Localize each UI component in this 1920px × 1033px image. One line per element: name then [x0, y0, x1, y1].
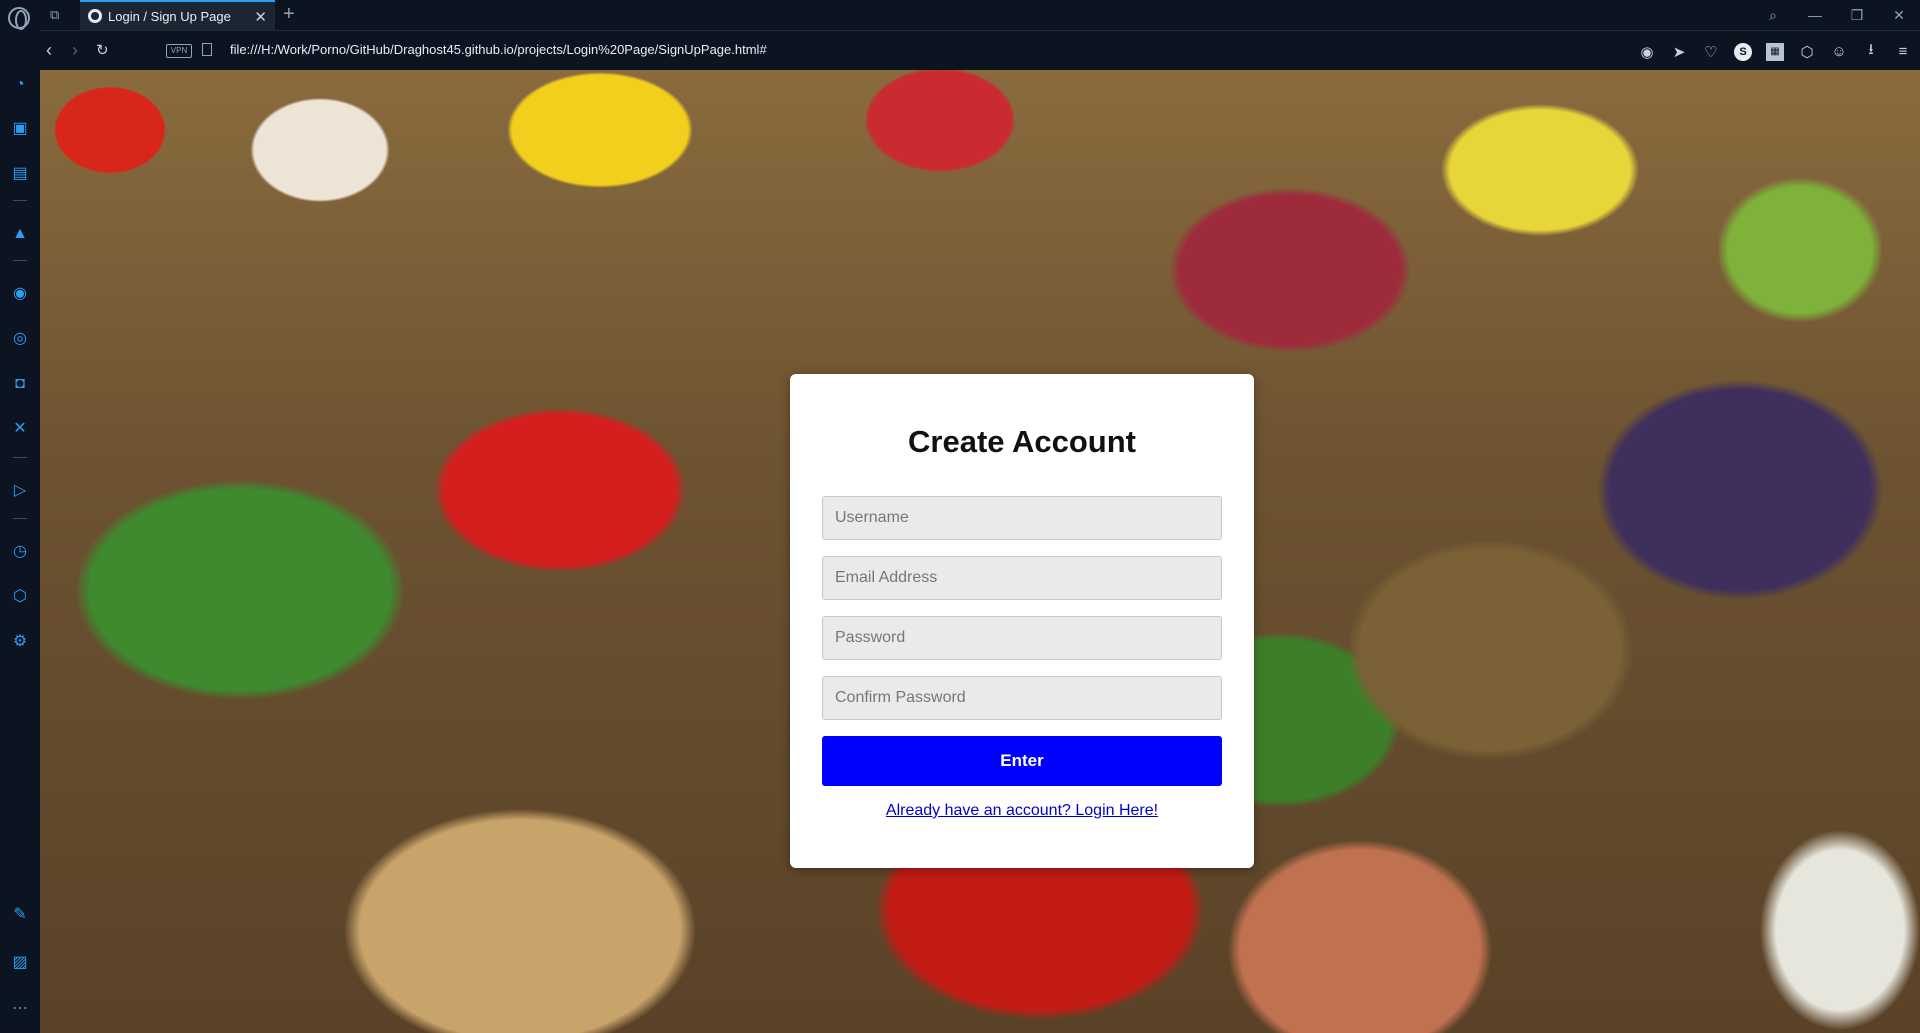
- heart-icon[interactable]: ♡: [1702, 43, 1720, 61]
- history-icon[interactable]: ◷: [9, 541, 31, 563]
- player-icon[interactable]: ▷: [9, 480, 31, 502]
- forward-button[interactable]: ›: [72, 40, 78, 61]
- camera-icon[interactable]: ◉: [1638, 43, 1656, 61]
- page-info-icon[interactable]: [202, 43, 212, 56]
- tab-islands-icon[interactable]: ▤: [9, 163, 31, 185]
- search-tabs-icon[interactable]: ⌕: [1752, 7, 1794, 24]
- login-link[interactable]: Already have an account? Login Here!: [790, 802, 1254, 820]
- settings-icon[interactable]: ⚙: [9, 631, 31, 653]
- new-tab-button[interactable]: +: [283, 3, 295, 26]
- instagram-icon[interactable]: ◘: [9, 373, 31, 395]
- sidebar-divider: [13, 260, 27, 261]
- active-tab[interactable]: Login / Sign Up Page ✕: [80, 0, 275, 30]
- more-icon[interactable]: ⋯: [9, 998, 31, 1020]
- window-controls: ⌕ — ❐ ✕: [1752, 0, 1920, 30]
- aria-icon[interactable]: ▲: [9, 223, 31, 245]
- email-input[interactable]: [822, 556, 1222, 600]
- tab-title: Login / Sign Up Page: [108, 8, 231, 24]
- page-title: Create Account: [908, 424, 1136, 459]
- download-icon[interactable]: ⭳: [1862, 39, 1880, 64]
- extension-s-icon[interactable]: S: [1734, 42, 1752, 61]
- toolbar-right: ◉ ➤ ♡ S ▦ ⬡ ☺ ⭳ ≡: [1638, 39, 1912, 64]
- sidebar: ◔ ▣ ▤ ▲ ◉ ◎ ◘ ✕ ▷ ◷ ⬡ ⚙ ✎ ▨ ⋯: [0, 30, 40, 1033]
- messenger-icon[interactable]: ◉: [9, 283, 31, 305]
- opera-logo-icon[interactable]: [8, 7, 30, 30]
- menu-icon[interactable]: ≡: [1894, 43, 1912, 60]
- profile-icon[interactable]: ☺: [1830, 43, 1848, 60]
- reload-button[interactable]: ↻: [96, 41, 109, 59]
- extensions-icon[interactable]: ⬡: [9, 586, 31, 608]
- tab-islands-icon[interactable]: ⧉: [50, 8, 68, 22]
- signup-card: Create Account Enter Already have an acc…: [790, 374, 1254, 868]
- close-tab-icon[interactable]: ✕: [254, 8, 267, 26]
- extension-box-icon[interactable]: ▦: [1766, 42, 1784, 61]
- address-bar: ‹ › ↻ VPN file:///H:/Work/Porno/GitHub/D…: [40, 30, 1920, 70]
- sidebar-divider: [13, 200, 27, 201]
- page-viewport: Create Account Enter Already have an acc…: [40, 70, 1920, 1033]
- globe-icon: [88, 9, 102, 23]
- sidebar-divider: [13, 457, 27, 458]
- confirm-password-input[interactable]: [822, 676, 1222, 720]
- pinboard-icon[interactable]: ✎: [9, 904, 31, 926]
- minimize-button[interactable]: —: [1794, 7, 1836, 23]
- whatsapp-icon[interactable]: ◎: [9, 328, 31, 350]
- speed-dial-icon[interactable]: ◔: [9, 74, 31, 96]
- sidebar-divider: [13, 518, 27, 519]
- url-field[interactable]: file:///H:/Work/Porno/GitHub/Draghost45.…: [230, 42, 767, 57]
- back-button[interactable]: ‹: [46, 40, 52, 61]
- restore-button[interactable]: ❐: [1836, 7, 1878, 24]
- screenshot-icon[interactable]: ▨: [9, 952, 31, 974]
- username-input[interactable]: [822, 496, 1222, 540]
- close-window-button[interactable]: ✕: [1878, 7, 1920, 24]
- vpn-badge[interactable]: VPN: [166, 44, 192, 58]
- workspaces-icon[interactable]: ▣: [9, 118, 31, 140]
- tab-bar: ⧉ Login / Sign Up Page ✕ + ⌕ — ❐ ✕: [0, 0, 1920, 30]
- send-icon[interactable]: ➤: [1670, 43, 1688, 61]
- x-icon[interactable]: ✕: [9, 418, 31, 440]
- password-input[interactable]: [822, 616, 1222, 660]
- enter-button[interactable]: Enter: [822, 736, 1222, 786]
- cube-icon[interactable]: ⬡: [1798, 43, 1816, 61]
